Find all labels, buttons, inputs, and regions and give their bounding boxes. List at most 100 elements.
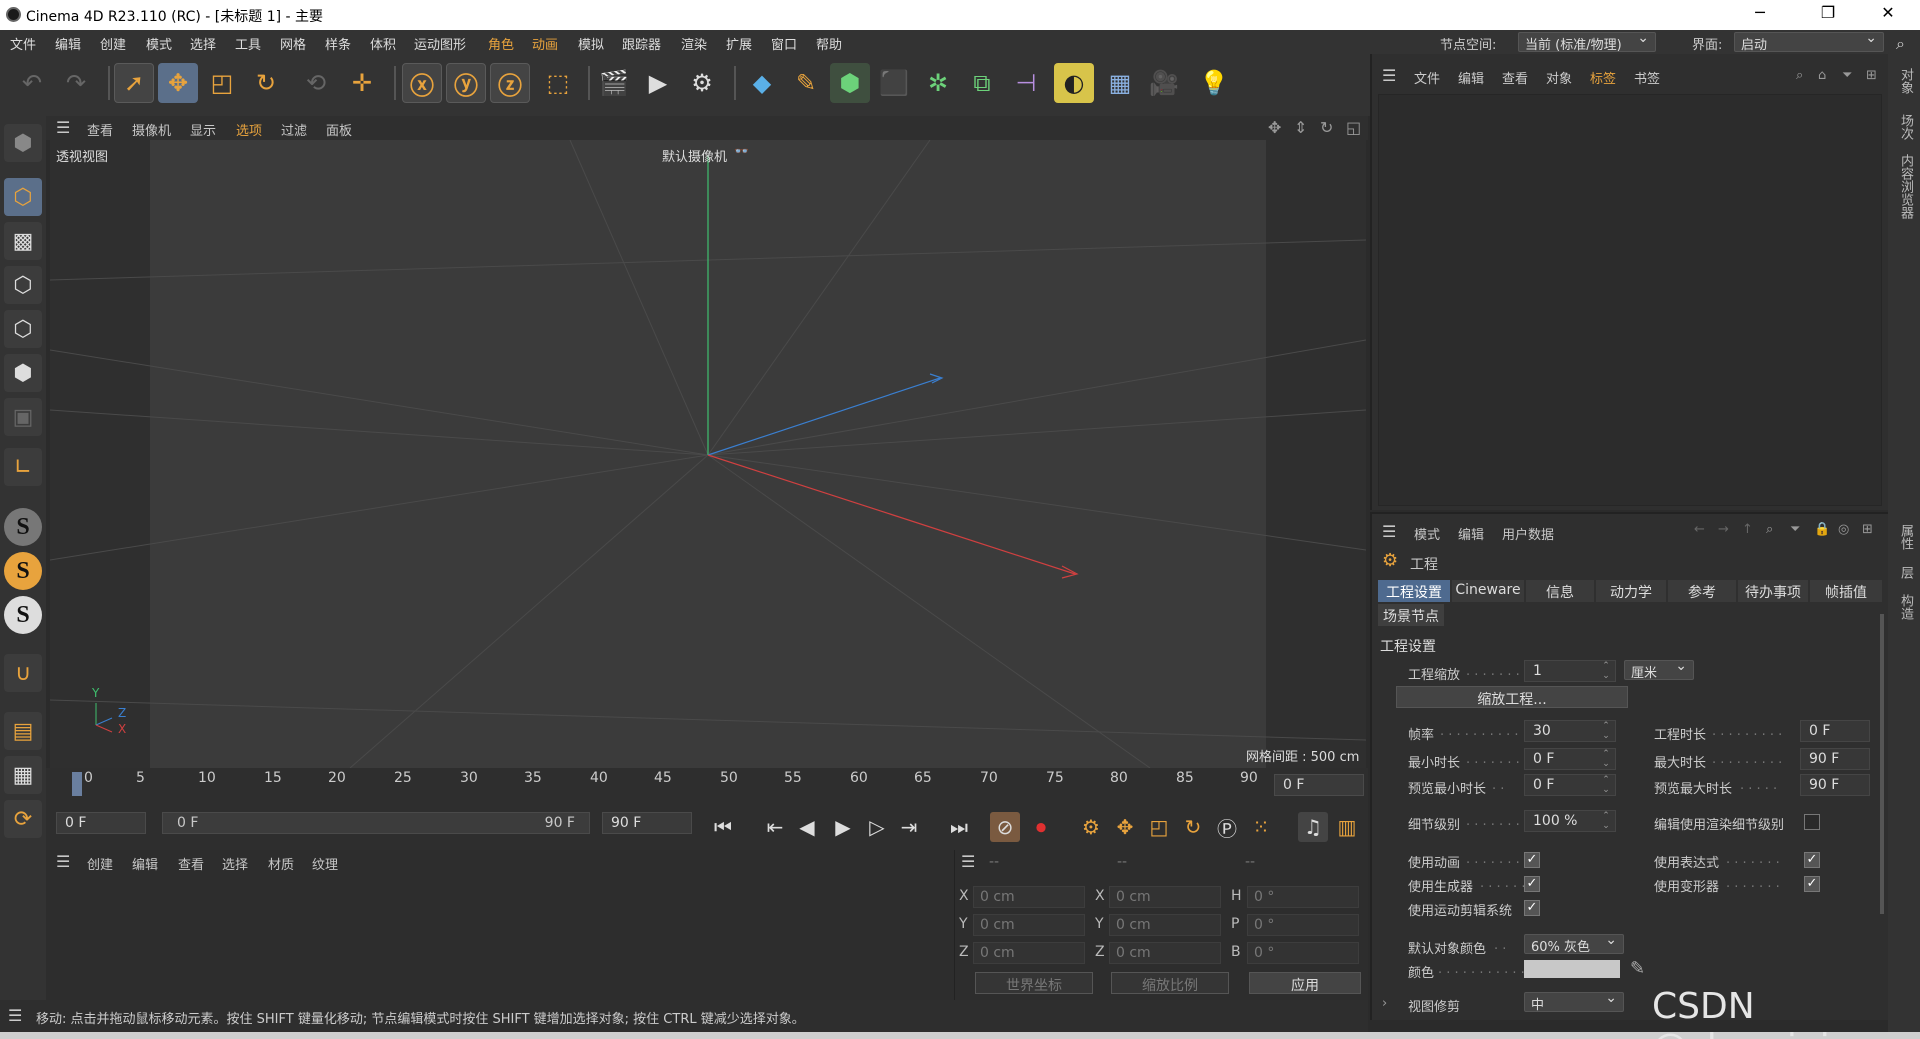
coord-pos-x-field[interactable]: 0 cm [973,886,1085,908]
scale-project-button[interactable]: 缩放工程... [1396,686,1628,708]
coord-hamburger-icon[interactable]: ☰ [961,852,975,871]
end-frame-field[interactable]: 90 F [602,812,692,834]
extrude-generator-icon[interactable]: ⬛ [874,63,914,103]
attr-menu-edit[interactable]: 编辑 [1458,524,1484,543]
attr-search-icon[interactable]: ⌕ [1766,522,1773,537]
min-time-field[interactable]: 0 F [1524,748,1616,770]
coord-size-y-field[interactable]: 0 cm [1109,914,1221,936]
attr-up-icon[interactable]: ↑ [1742,522,1753,537]
obj-menu-tags[interactable]: 标签 [1590,68,1616,87]
sound-icon[interactable]: ♫ [1298,812,1328,842]
tab-reference[interactable]: 参考 [1668,580,1736,602]
coord-rot-p-field[interactable]: 0 ° [1247,914,1359,936]
render-settings-icon[interactable]: ⚙ [682,63,722,103]
preview-max-field[interactable]: 90 F [1800,774,1870,796]
menu-select[interactable]: 选择 [190,34,216,53]
current-frame-field[interactable]: 0 F [1274,774,1364,796]
menu-render[interactable]: 渲染 [681,34,707,53]
z-axis-lock-icon[interactable]: ⓩ [490,63,530,103]
deformer-icon[interactable]: ⊣ [1006,63,1046,103]
layout-dropdown[interactable]: 启动 [1734,30,1884,53]
viewport-zoom-icon[interactable]: ⇕ [1294,118,1307,137]
use-expressions-checkbox[interactable]: ✓ [1804,852,1820,868]
attr-hamburger-icon[interactable]: ☰ [1382,522,1396,541]
cloner-cubes-icon[interactable]: ⧉ [962,63,1002,103]
attr-scrollbar[interactable] [1880,614,1884,914]
obj-menu-file[interactable]: 文件 [1414,68,1440,87]
point-mode-icon[interactable]: ⬡ [4,266,42,304]
obj-home-icon[interactable]: ⌂ [1818,68,1826,83]
model-mode-icon[interactable]: ⬡ [4,178,42,216]
floor-environment-icon[interactable]: ▦ [1100,63,1140,103]
perspective-viewport[interactable]: 透视视图 默认摄像机 👓 网格间距 : 500 cm Y Z X [50,140,1366,768]
obj-filter-icon[interactable]: ⏷ [1842,68,1852,83]
uv-mode-icon[interactable]: ▣ [4,398,42,436]
keyframe-selection-icon[interactable]: ⚙ [1076,812,1106,842]
snap-settings-icon[interactable]: S [4,552,42,590]
start-frame-field[interactable]: 0 F [56,812,146,834]
edge-mode-icon[interactable]: ⬡ [4,310,42,348]
color-swatch[interactable] [1524,960,1620,978]
minimize-button[interactable]: ─ [1740,3,1780,22]
mat-menu-material[interactable]: 材质 [268,854,294,873]
go-to-end-icon[interactable]: ⏭ [944,812,974,842]
coord-pos-y-field[interactable]: 0 cm [973,914,1085,936]
default-color-dropdown[interactable]: 60% 灰色 [1524,932,1624,955]
max-time-field[interactable]: 90 F [1800,748,1870,770]
preview-min-field[interactable]: 0 F [1524,774,1616,796]
viewport-rotate-icon[interactable]: ↻ [1320,118,1333,137]
viewport-menu-filter[interactable]: 过滤 [281,120,307,139]
preview-range-slider[interactable]: 0 F 90 F [162,812,590,834]
mat-menu-select[interactable]: 选择 [222,854,248,873]
workplane-rotate-icon[interactable]: ⟳ [4,800,42,838]
project-scale-unit-dropdown[interactable]: 厘米 [1624,658,1694,681]
restore-button[interactable]: ❐ [1808,3,1848,22]
menu-simulate[interactable]: 模拟 [578,34,604,53]
go-to-start-icon[interactable]: ⏮ [708,812,738,842]
menu-character[interactable]: 角色 [488,34,514,53]
side-tab-attributes[interactable]: 属性 [1896,524,1915,550]
viewport-menu-display[interactable]: 显示 [190,120,216,139]
camera-icon[interactable]: 🎥 [1144,63,1184,103]
obj-menu-edit[interactable]: 编辑 [1458,68,1484,87]
axis-mode-icon[interactable]: ∟ [4,448,42,486]
play-icon[interactable]: ▶ [828,812,858,842]
attr-forward-icon[interactable]: → [1718,522,1729,537]
x-axis-lock-icon[interactable]: ⓧ [402,63,442,103]
tab-scene-nodes[interactable]: 场景节点 [1378,604,1444,626]
use-animation-checkbox[interactable]: ✓ [1524,852,1540,868]
object-hamburger-icon[interactable]: ☰ [1382,66,1396,85]
viewport-menu-panel[interactable]: 面板 [326,120,352,139]
node-space-dropdown[interactable]: 当前 (标准/物理) [1518,30,1656,53]
side-tab-content-browser[interactable]: 内容浏览器 [1896,154,1915,219]
menu-mograph[interactable]: 运动图形 [414,34,466,53]
polygon-mode-icon[interactable]: ⬢ [4,354,42,392]
side-tab-layers[interactable]: 层 [1896,566,1915,579]
mat-menu-texture[interactable]: 纹理 [312,854,338,873]
key-position-icon[interactable]: ✥ [1110,812,1140,842]
next-key-icon[interactable]: ⇥ [894,812,924,842]
tab-cineware[interactable]: Cineware [1452,580,1524,602]
menu-mesh[interactable]: 网格 [280,34,306,53]
field-icon[interactable]: ◐ [1054,63,1094,103]
pen-spline-icon[interactable]: ✎ [786,63,826,103]
menu-tools[interactable]: 工具 [235,34,261,53]
use-motion-system-checkbox[interactable]: ✓ [1524,900,1540,916]
menu-animate[interactable]: 动画 [532,34,558,53]
side-tab-structure[interactable]: 构造 [1896,594,1915,620]
mat-menu-view[interactable]: 查看 [178,854,204,873]
select-tool-icon[interactable]: ➚ [114,63,154,103]
tab-info[interactable]: 信息 [1526,580,1594,602]
obj-menu-object[interactable]: 对象 [1546,68,1572,87]
menu-create[interactable]: 创建 [100,34,126,53]
workplane-icon[interactable]: ▤ [4,712,42,750]
attr-target-icon[interactable]: ◎ [1838,522,1849,537]
viewport-maximize-icon[interactable]: ◱ [1346,118,1361,137]
viewport-move-icon[interactable]: ✥ [1268,118,1281,137]
coord-pos-z-field[interactable]: 0 cm [973,942,1085,964]
snap-icon[interactable]: S [4,508,42,546]
tab-frame-interpolation[interactable]: 帧插值 [1810,580,1882,602]
coord-rot-b-field[interactable]: 0 ° [1247,942,1359,964]
obj-menu-view[interactable]: 查看 [1502,68,1528,87]
menu-window[interactable]: 窗口 [771,34,797,53]
